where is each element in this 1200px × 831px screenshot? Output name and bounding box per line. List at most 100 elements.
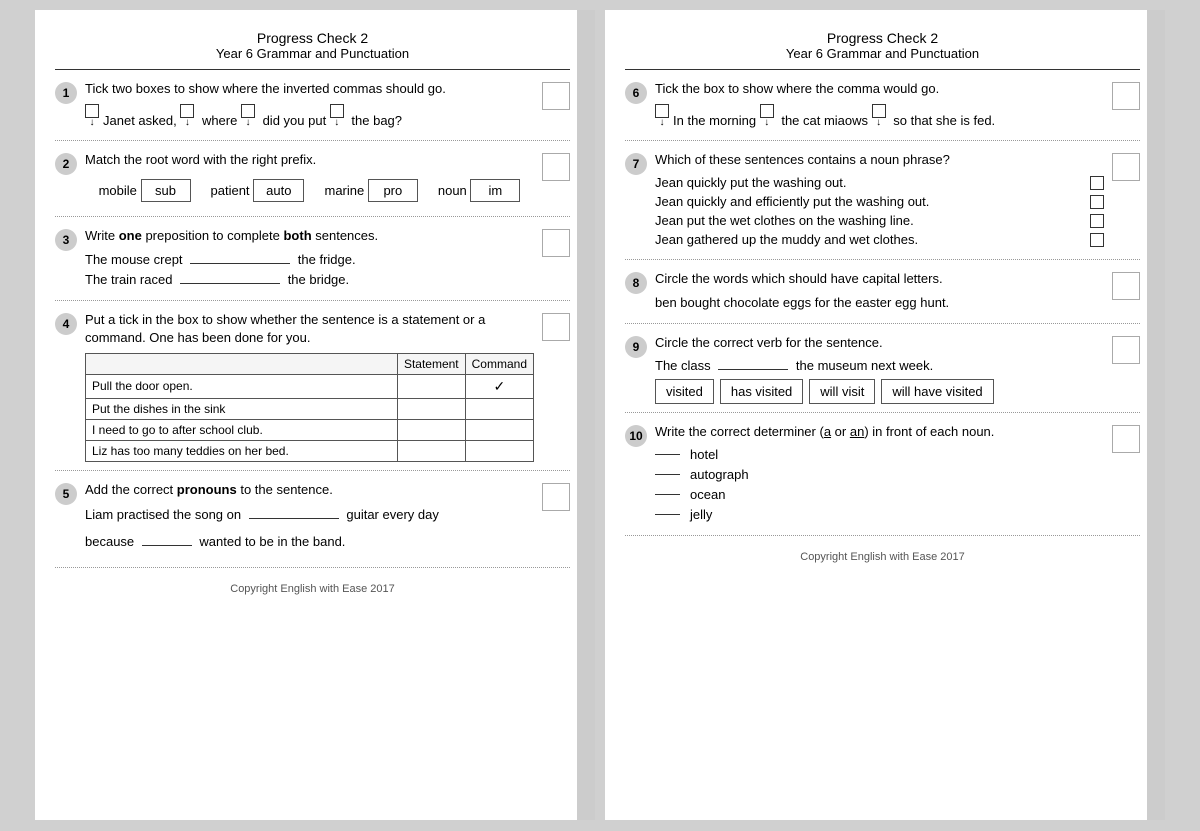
q9-opt2[interactable]: has visited <box>720 379 803 404</box>
q8-number: 8 <box>625 272 647 294</box>
page-1-subtitle: Year 6 Grammar and Punctuation <box>55 46 570 61</box>
q10-row4: jelly <box>655 507 1104 522</box>
q9-score <box>1112 336 1140 364</box>
table-row: Pull the door open. ✓ <box>86 374 534 398</box>
q2-word3: marine <box>324 183 364 198</box>
question-1: 1 Tick two boxes to show where the inver… <box>55 80 570 141</box>
q6-text: Tick the box to show where the comma wou… <box>655 80 1104 98</box>
table-row: I need to go to after school club. <box>86 419 534 440</box>
q5-content: Add the correct pronouns to the sentence… <box>85 481 534 559</box>
page-2-header: Progress Check 2 Year 6 Grammar and Punc… <box>625 30 1140 70</box>
q10-text: Write the correct determiner (a or an) i… <box>655 423 1104 441</box>
question-7: 7 Which of these sentences contains a no… <box>625 151 1140 260</box>
question-5: 5 Add the correct pronouns to the senten… <box>55 481 570 568</box>
question-10: 10 Write the correct determiner (a or an… <box>625 423 1140 536</box>
page1-scrollbar[interactable] <box>577 10 595 820</box>
q10-noun1: hotel <box>690 447 718 462</box>
q8-content: Circle the words which should have capit… <box>655 270 1104 314</box>
q4-number: 4 <box>55 313 77 335</box>
q7-opt1: Jean quickly put the washing out. <box>655 175 1104 190</box>
q1-content: Tick two boxes to show where the inverte… <box>85 80 534 132</box>
page-1-header: Progress Check 2 Year 6 Grammar and Punc… <box>55 30 570 70</box>
q6-content: Tick the box to show where the comma wou… <box>655 80 1104 132</box>
q9-text: Circle the correct verb for the sentence… <box>655 334 1104 352</box>
q1-cb4[interactable]: ↓ <box>330 104 344 128</box>
q7-number: 7 <box>625 153 647 175</box>
q4-row3-sentence: I need to go to after school club. <box>86 419 398 440</box>
q5-s1: Liam practised the song on guitar every … <box>85 505 534 526</box>
q7-opt1-text: Jean quickly put the washing out. <box>655 175 847 190</box>
page2-scrollbar[interactable] <box>1147 10 1165 820</box>
q7-opt3-text: Jean put the wet clothes on the washing … <box>655 213 914 228</box>
q6-number: 6 <box>625 82 647 104</box>
q9-opt4[interactable]: will have visited <box>881 379 993 404</box>
q7-opt2: Jean quickly and efficiently put the was… <box>655 194 1104 209</box>
page-1: Progress Check 2 Year 6 Grammar and Punc… <box>35 10 595 820</box>
q1-cb1-box[interactable] <box>85 104 99 118</box>
q3-score <box>542 229 570 257</box>
q1-number: 1 <box>55 82 77 104</box>
q4-row2-sentence: Put the dishes in the sink <box>86 398 398 419</box>
page-2-title: Progress Check 2 <box>625 30 1140 46</box>
q9-number: 9 <box>625 336 647 358</box>
question-8: 8 Circle the words which should have cap… <box>625 270 1140 323</box>
q4-text: Put a tick in the box to show whether th… <box>85 311 534 347</box>
q2-col4: noun im <box>438 175 521 202</box>
q10-noun2: autograph <box>690 467 749 482</box>
q3-s2: The train raced the bridge. <box>85 272 534 287</box>
q9-opt1[interactable]: visited <box>655 379 714 404</box>
q5-s2: because wanted to be in the band. <box>85 532 534 553</box>
q1-cb1[interactable]: ↓ <box>85 104 99 128</box>
q9-opt3[interactable]: will visit <box>809 379 875 404</box>
q3-text: Write one preposition to complete both s… <box>85 227 534 245</box>
q8-score <box>1112 272 1140 300</box>
q2-word1: mobile <box>99 183 137 198</box>
q4-row4-sentence: Liz has too many teddies on her bed. <box>86 440 398 461</box>
page-1-title: Progress Check 2 <box>55 30 570 46</box>
q2-col1: mobile sub <box>99 175 191 202</box>
q3-number: 3 <box>55 229 77 251</box>
table-row: Put the dishes in the sink <box>86 398 534 419</box>
q2-prefix2: auto <box>253 179 304 202</box>
q2-number: 2 <box>55 153 77 175</box>
q7-opt2-text: Jean quickly and efficiently put the was… <box>655 194 929 209</box>
q2-text: Match the root word with the right prefi… <box>85 151 534 169</box>
q8-sentence: ben bought chocolate eggs for the easter… <box>655 295 1104 310</box>
q4-th-command: Command <box>465 353 533 374</box>
q1-cb3[interactable]: ↓ <box>241 104 255 128</box>
q9-content: Circle the correct verb for the sentence… <box>655 334 1104 404</box>
q2-col2: patient auto <box>211 175 305 202</box>
q6-cb3[interactable]: ↓ <box>872 104 886 128</box>
q2-prefix1: sub <box>141 179 191 202</box>
page-2-subtitle: Year 6 Grammar and Punctuation <box>625 46 1140 61</box>
q7-text: Which of these sentences contains a noun… <box>655 151 1104 169</box>
q6-cb1[interactable]: ↓ <box>655 104 669 128</box>
q10-noun3: ocean <box>690 487 725 502</box>
q1-cb2[interactable]: ↓ <box>180 104 194 128</box>
q2-word4: noun <box>438 183 467 198</box>
q2-prefix3: pro <box>368 179 418 202</box>
q3-s1: The mouse crept the fridge. <box>85 252 534 267</box>
q6-cb2[interactable]: ↓ <box>760 104 774 128</box>
q6-checkboxes: ↓ In the morning ↓ the cat miaows ↓ so t… <box>655 104 1104 128</box>
q2-col3: marine pro <box>324 175 417 202</box>
q6-score <box>1112 82 1140 110</box>
q7-opt4: Jean gathered up the muddy and wet cloth… <box>655 232 1104 247</box>
q5-text: Add the correct pronouns to the sentence… <box>85 481 534 499</box>
q10-content: Write the correct determiner (a or an) i… <box>655 423 1104 527</box>
q2-words-row: mobile sub patient auto marine pro noun … <box>85 175 534 202</box>
q9-options: visited has visited will visit will have… <box>655 379 1104 404</box>
q4-score <box>542 313 570 341</box>
q1-score <box>542 82 570 110</box>
q2-score <box>542 153 570 181</box>
q1-checkboxes: ↓ Janet asked, ↓ where ↓ did you put ↓ <box>85 104 534 128</box>
q4-content: Put a tick in the box to show whether th… <box>85 311 534 462</box>
q4-table: Statement Command Pull the door open. ✓ … <box>85 353 534 462</box>
q4-row1-sentence: Pull the door open. <box>86 374 398 398</box>
q7-opt3: Jean put the wet clothes on the washing … <box>655 213 1104 228</box>
question-4: 4 Put a tick in the box to show whether … <box>55 311 570 471</box>
q5-number: 5 <box>55 483 77 505</box>
q10-number: 10 <box>625 425 647 447</box>
q4-th-statement: Statement <box>397 353 465 374</box>
q10-row3: ocean <box>655 487 1104 502</box>
